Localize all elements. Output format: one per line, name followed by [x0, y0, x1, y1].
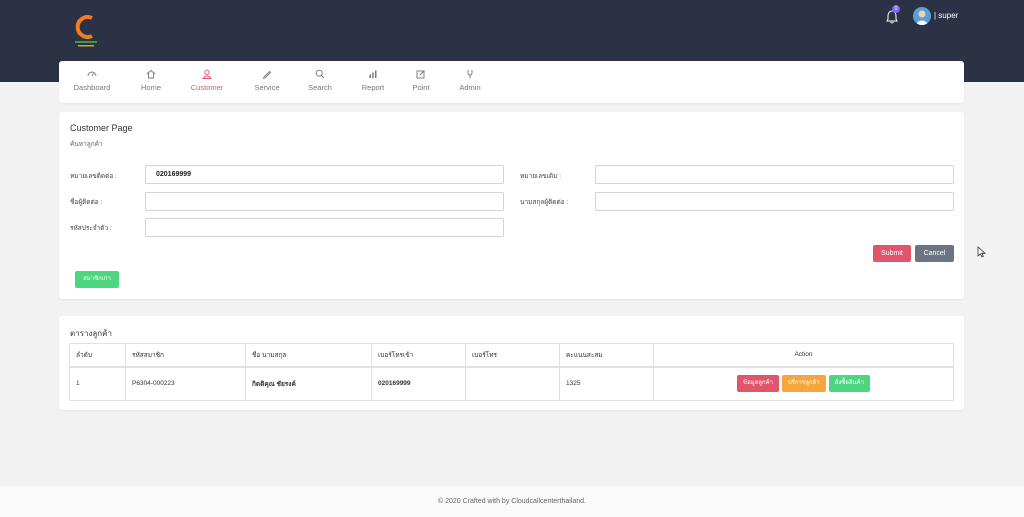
contact-surname-label: นามสกุลผู้ติดต่อ : — [520, 199, 569, 206]
cancel-button[interactable]: Cancel — [915, 245, 954, 262]
phone-label: หมายเลขติดต่อ : — [70, 173, 117, 180]
notification-badge: 0 — [892, 5, 900, 13]
bar-chart-icon — [369, 70, 377, 78]
old-member-button[interactable]: สมาชิกเก่า — [75, 271, 119, 288]
cell-actions: ข้อมูลลูกค้า บริการลูกค้า สั่งซื้อสินค้า — [653, 366, 954, 401]
nav-label-admin: Admin — [459, 83, 481, 92]
cell-index: 1 — [69, 366, 126, 401]
column-header-index: ลำดับ — [69, 343, 126, 368]
cell-member-id: P6304-000223 — [125, 366, 246, 401]
company-logo[interactable] — [72, 12, 100, 48]
table-row: 1 P6304-000223 กิตติคุณ ชัยรงค์ 02016999… — [69, 366, 954, 401]
old-number-input[interactable] — [595, 165, 954, 184]
id-card-input[interactable] — [145, 218, 504, 237]
customer-table: ลำดับ รหัสสมาชิก ชื่อ นามสกุล เบอร์โทรเข… — [69, 343, 954, 401]
footer: © 2020 Crafted with by Cloudcallcenterth… — [0, 486, 1024, 517]
nav-item-admin[interactable]: Admin — [440, 69, 500, 92]
order-product-button[interactable]: สั่งซื้อสินค้า — [828, 375, 871, 393]
table-title: ตารางลูกค้า — [70, 329, 112, 338]
nav-label-home: Home — [140, 83, 161, 92]
column-header-action: Action — [653, 343, 954, 368]
column-header-name: ชื่อ นามสกุล — [245, 343, 372, 368]
cell-incoming-phone: 020169999 — [371, 366, 466, 401]
admin-icon — [467, 70, 473, 79]
search-icon — [315, 69, 325, 79]
cell-name: กิตติคุณ ชัยรงค์ — [245, 366, 372, 401]
customer-service-button[interactable]: บริการลูกค้า — [781, 375, 826, 393]
nav-label-service: Service — [254, 83, 280, 92]
column-header-points: คะแนนสะสม — [559, 343, 654, 368]
column-header-phone: เบอร์โทร — [465, 343, 560, 368]
submit-button[interactable]: Submit — [873, 245, 911, 262]
user-avatar[interactable] — [913, 7, 931, 25]
nav-item-home[interactable]: Home — [121, 69, 181, 92]
nav-label-dashboard: Dashboard — [73, 83, 111, 92]
nav-item-search[interactable]: Search — [290, 69, 350, 92]
nav-label-search: Search — [308, 83, 332, 92]
customer-info-button[interactable]: ข้อมูลลูกค้า — [736, 375, 780, 393]
nav-item-dashboard[interactable]: Dashboard — [62, 69, 122, 92]
old-number-label: หมายเลขเดิม : — [520, 173, 562, 180]
nav-label-point: Point — [412, 83, 430, 92]
nav-item-service[interactable]: Service — [237, 69, 297, 92]
user-icon — [202, 69, 212, 79]
cell-points: 1325 — [559, 366, 654, 401]
contact-name-input[interactable] — [145, 192, 504, 211]
footer-text: © 2020 Crafted with by Cloudcallcenterth… — [438, 498, 586, 505]
column-header-incoming-phone: เบอร์โทรเข้า — [371, 343, 466, 368]
id-card-label: รหัสประจำตัว : — [70, 225, 112, 232]
username-label[interactable]: | super — [934, 11, 958, 20]
customer-table-card: ตารางลูกค้า ลำดับ รหัสสมาชิก ชื่อ นามสกุ… — [59, 316, 964, 410]
page-title: Customer Page — [70, 123, 133, 133]
table-header-row: ลำดับ รหัสสมาชิก ชื่อ นามสกุล เบอร์โทรเข… — [69, 343, 954, 368]
contact-surname-input[interactable] — [595, 192, 954, 211]
nav-item-customer[interactable]: Customer — [177, 69, 237, 92]
customer-search-card: Customer Page ค้นหาลูกค้า หมายเลขติดต่อ … — [59, 112, 964, 299]
cell-phone — [465, 366, 560, 401]
column-header-member-id: รหัสสมาชิก — [125, 343, 246, 368]
home-icon — [146, 69, 156, 79]
edit-icon — [416, 70, 425, 79]
dashboard-icon — [87, 71, 97, 77]
nav-label-report: Report — [361, 83, 385, 92]
mouse-cursor-icon — [977, 246, 986, 258]
pencil-icon — [262, 70, 272, 79]
main-navigation: Dashboard Home Customer Service Search R… — [59, 61, 964, 103]
phone-input[interactable] — [145, 165, 504, 184]
nav-label-customer: Customer — [190, 83, 224, 92]
contact-name-label: ชื่อผู้ติดต่อ : — [70, 199, 103, 206]
page-subtitle: ค้นหาลูกค้า — [70, 141, 103, 148]
